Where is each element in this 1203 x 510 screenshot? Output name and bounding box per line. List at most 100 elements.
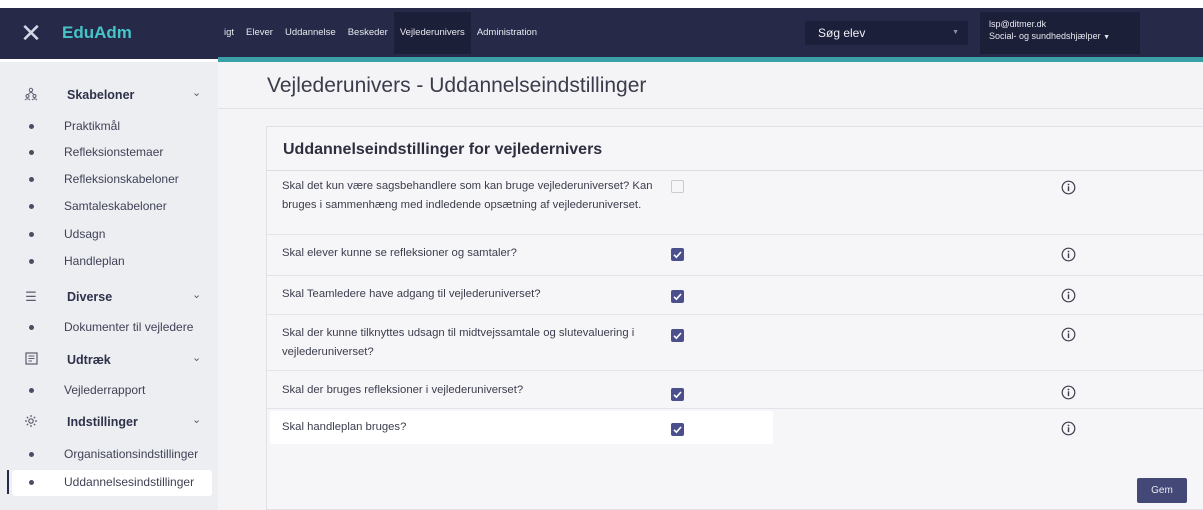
- main-content: Vejlederunivers - Uddannelseindstillinge…: [218, 62, 1203, 510]
- settings-row: Skal elever kunne se refleksioner og sam…: [267, 235, 1203, 276]
- nav-item-beskeder[interactable]: Beskeder: [342, 12, 394, 54]
- settings-row: Skal handleplan bruges?: [267, 409, 1203, 447]
- check-icon: [673, 251, 682, 259]
- sidebar-item-label: Vejlederrapport: [64, 383, 146, 397]
- setting-question: Skal det kun være sagsbehandlere som kan…: [282, 180, 653, 211]
- setting-checkbox[interactable]: [671, 248, 684, 261]
- sidebar-item-udsagn[interactable]: Udsagn: [0, 222, 218, 248]
- bullet-icon: [29, 150, 34, 155]
- check-icon: [673, 293, 682, 301]
- info-icon[interactable]: [1061, 180, 1076, 195]
- bullet-icon: [29, 452, 34, 457]
- info-icon[interactable]: [1061, 385, 1076, 400]
- sidebar-group-indstillinger[interactable]: Indstillinger ⌄: [0, 407, 218, 437]
- chevron-down-icon: ⌄: [192, 352, 202, 364]
- bullet-icon: [29, 259, 34, 264]
- nav-item-vejlederunivers[interactable]: Vejlederunivers: [393, 12, 471, 54]
- sidebar-item-uddannelsesindstillinger[interactable]: Uddannelsesindstillinger: [12, 470, 212, 496]
- setting-checkbox[interactable]: [671, 329, 684, 342]
- sidebar-item-label: Praktikmål: [64, 119, 121, 133]
- setting-question: Skal der kunne tilknyttes udsagn til mid…: [282, 327, 635, 358]
- sidebar-group-udtraek[interactable]: Udtræk ⌄: [0, 345, 218, 375]
- sidebar-group-diverse[interactable]: ☰ Diverse ⌄: [0, 282, 218, 312]
- people-icon: [22, 87, 40, 104]
- report-icon: [22, 352, 40, 368]
- check-icon: [673, 332, 682, 340]
- main-nav: igt Elever Uddannelse Beskeder Vejlederu…: [218, 12, 543, 54]
- bullet-icon: [29, 124, 34, 129]
- chevron-down-icon: ▼: [1103, 34, 1111, 41]
- user-email: lsp@ditmer.dk: [989, 19, 1047, 29]
- bullet-icon: [29, 325, 34, 330]
- nav-item-administration[interactable]: Administration: [471, 12, 543, 54]
- setting-question: Skal der bruges refleksioner i vejlederu…: [282, 384, 524, 396]
- sidebar-group-skabeloner[interactable]: Skabeloner ⌄: [0, 80, 218, 110]
- sidebar-item-samtaleskabeloner[interactable]: Samtaleskabeloner: [0, 194, 218, 220]
- setting-checkbox[interactable]: [671, 423, 684, 436]
- sidebar-item-label: Organisationsindstillinger: [64, 447, 199, 461]
- info-icon[interactable]: [1061, 288, 1076, 303]
- student-search-select[interactable]: Søg elev ▼: [805, 21, 968, 45]
- sidebar-item-label: Udsagn: [64, 227, 106, 241]
- bullet-icon: [29, 388, 34, 393]
- chevron-down-icon: ⌄: [192, 289, 202, 301]
- nav-item-overview[interactable]: igt: [218, 12, 240, 54]
- user-role: Social- og sundhedshjælper ▼: [989, 31, 1111, 41]
- sidebar-group-label: Udtræk: [67, 353, 111, 367]
- top-bar: ✕ EduAdm igt Elever Uddannelse Beskeder …: [0, 0, 1203, 62]
- card-title: Uddannelseindstillinger for vejledernive…: [283, 141, 603, 158]
- sidebar-item-label: Uddannelsesindstillinger: [64, 475, 195, 489]
- bullet-icon: [29, 204, 34, 209]
- student-search-label: Søg elev: [818, 26, 866, 40]
- sidebar-item-handleplan[interactable]: Handleplan: [0, 249, 218, 275]
- setting-checkbox[interactable]: [671, 388, 684, 401]
- sidebar-item-refleksionskabeloner[interactable]: Refleksionskabeloner: [0, 167, 218, 193]
- sidebar-active-indicator: [7, 470, 9, 494]
- settings-row: Skal der kunne tilknyttes udsagn til mid…: [267, 315, 1203, 371]
- info-icon[interactable]: [1061, 327, 1076, 342]
- sidebar-item-label: Refleksionstemaer: [64, 145, 164, 159]
- settings-row: Skal der bruges refleksioner i vejlederu…: [267, 371, 1203, 409]
- bullet-icon: [29, 177, 34, 182]
- info-icon[interactable]: [1061, 247, 1076, 262]
- sidebar-item-dokumenter[interactable]: Dokumenter til vejledere: [0, 315, 218, 341]
- chevron-down-icon: ⌄: [192, 414, 202, 426]
- sidebar-item-label: Refleksionskabeloner: [64, 172, 179, 186]
- setting-question: Skal elever kunne se refleksioner og sam…: [282, 247, 517, 259]
- sidebar-group-label: Diverse: [67, 290, 113, 304]
- sidebar: Skabeloner ⌄ Praktikmål Refleksionstemae…: [0, 62, 218, 510]
- settings-icon: [22, 414, 40, 431]
- brand-logo[interactable]: EduAdm: [62, 23, 132, 43]
- bullet-icon: [29, 232, 34, 237]
- check-icon: [673, 391, 682, 399]
- page-title: Vejlederunivers - Uddannelseindstillinge…: [267, 74, 647, 97]
- setting-question: Skal handleplan bruges?: [282, 421, 407, 433]
- settings-card: Uddannelseindstillinger for vejledernive…: [266, 126, 1203, 510]
- setting-checkbox[interactable]: [671, 180, 684, 193]
- sidebar-item-refleksionstemaer[interactable]: Refleksionstemaer: [0, 140, 218, 166]
- info-icon[interactable]: [1061, 421, 1076, 436]
- setting-checkbox[interactable]: [671, 290, 684, 303]
- settings-row: Skal det kun være sagsbehandlere som kan…: [267, 171, 1203, 235]
- sidebar-group-label: Indstillinger: [67, 415, 138, 429]
- settings-row: Skal Teamledere have adgang til vejleder…: [267, 276, 1203, 315]
- user-menu[interactable]: lsp@ditmer.dk Social- og sundhedshjælper…: [980, 12, 1140, 54]
- nav-item-elever[interactable]: Elever: [240, 12, 279, 54]
- sidebar-item-praktikmaal[interactable]: Praktikmål: [0, 114, 218, 140]
- chevron-down-icon: ▼: [952, 29, 959, 36]
- close-icon[interactable]: ✕: [18, 20, 44, 46]
- bullet-icon: [29, 480, 34, 485]
- sidebar-item-label: Dokumenter til vejledere: [64, 320, 194, 334]
- sidebar-item-vejlederrapport[interactable]: Vejlederrapport: [0, 378, 218, 404]
- nav-item-uddannelse[interactable]: Uddannelse: [279, 12, 342, 54]
- sidebar-group-label: Skabeloner: [67, 88, 135, 102]
- chevron-down-icon: ⌄: [192, 87, 202, 99]
- list-icon: ☰: [25, 289, 37, 304]
- save-button[interactable]: Gem: [1137, 478, 1187, 503]
- page-header: Vejlederunivers - Uddannelseindstillinge…: [218, 62, 1203, 109]
- setting-question: Skal Teamledere have adgang til vejleder…: [282, 288, 541, 300]
- sidebar-item-label: Handleplan: [64, 254, 125, 268]
- sidebar-item-label: Samtaleskabeloner: [64, 199, 167, 213]
- check-icon: [673, 426, 682, 434]
- sidebar-item-organisationsindstillinger[interactable]: Organisationsindstillinger: [0, 442, 218, 468]
